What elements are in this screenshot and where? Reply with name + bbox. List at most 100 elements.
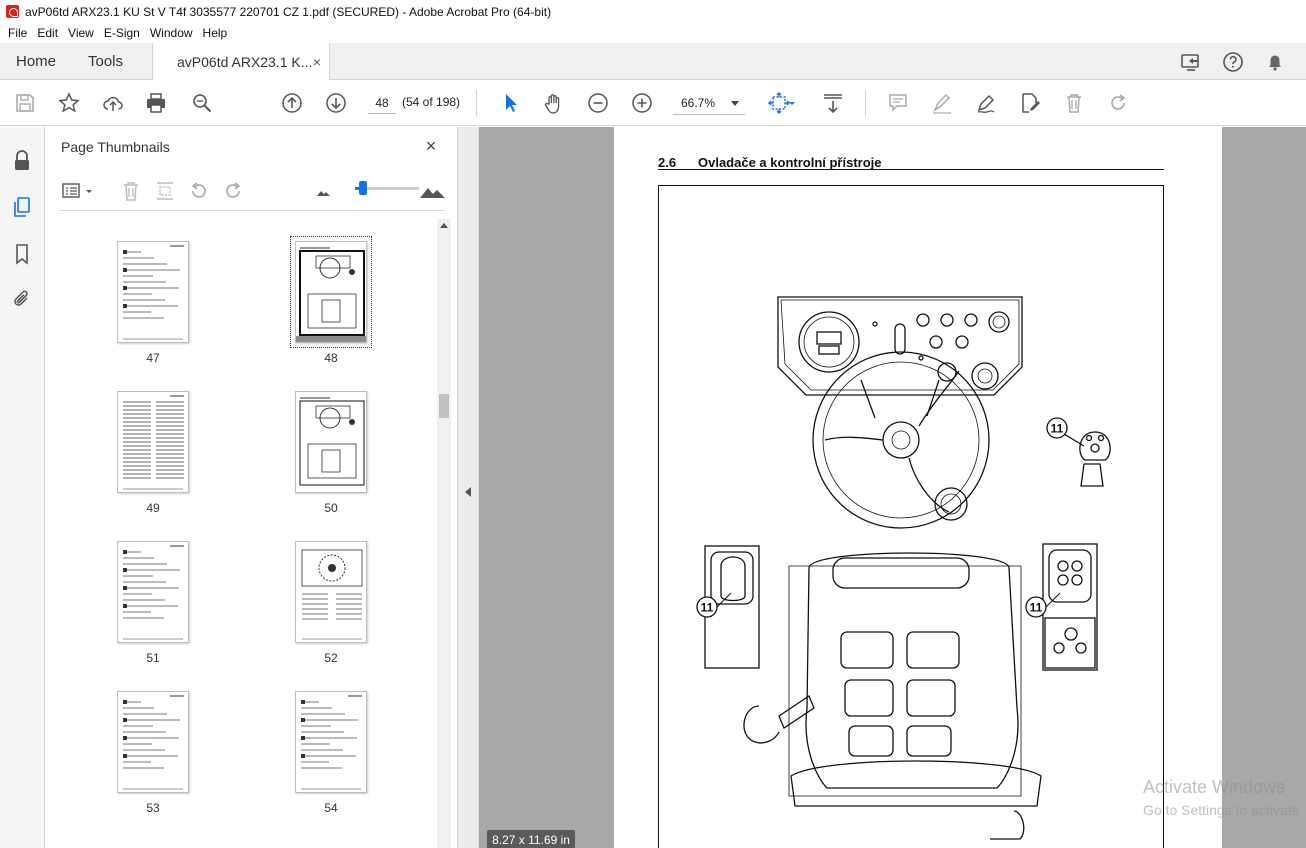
next-page-icon[interactable] bbox=[323, 90, 349, 116]
zoom-in-icon[interactable] bbox=[629, 90, 655, 116]
toolbar-divider bbox=[476, 90, 477, 116]
thumbnail-page-number: 51 bbox=[146, 651, 160, 665]
zoom-level-select[interactable]: 66.7% bbox=[673, 91, 745, 115]
page-thumbnail[interactable] bbox=[117, 391, 189, 493]
lock-icon[interactable] bbox=[10, 149, 34, 173]
delete-trash-icon[interactable] bbox=[1061, 90, 1087, 116]
bookmark-star-icon[interactable] bbox=[56, 90, 82, 116]
section-number: 2.6 bbox=[658, 155, 677, 170]
tab-document[interactable]: avP06td ARX23.1 K... × bbox=[152, 43, 330, 81]
page-thumbnail[interactable] bbox=[295, 541, 367, 643]
activation-watermark-subtitle: Go to Settings to activate bbox=[1143, 802, 1300, 818]
menu-file[interactable]: File bbox=[3, 26, 32, 40]
close-panel-button[interactable]: × bbox=[421, 136, 441, 156]
slider-handle[interactable] bbox=[359, 181, 367, 195]
page-thumbnail[interactable] bbox=[117, 691, 189, 793]
options-menu-icon[interactable] bbox=[61, 179, 95, 203]
select-cursor-icon[interactable] bbox=[497, 90, 523, 116]
menu-edit[interactable]: Edit bbox=[32, 26, 63, 40]
tab-bar-right-icons bbox=[1178, 49, 1288, 75]
attachments-paperclip-icon[interactable] bbox=[10, 287, 34, 311]
page-count: (54 of 198) bbox=[402, 95, 461, 109]
acrobat-logo-icon bbox=[6, 5, 19, 18]
menu-view[interactable]: View bbox=[63, 26, 99, 40]
extract-page-icon[interactable] bbox=[153, 179, 177, 203]
draw-pen-icon[interactable] bbox=[973, 90, 999, 116]
notifications-bell-icon[interactable] bbox=[1262, 49, 1288, 75]
callout-11-label: 11 bbox=[701, 601, 714, 615]
print-icon[interactable] bbox=[143, 90, 169, 116]
upload-cloud-icon[interactable] bbox=[100, 90, 126, 116]
comment-icon[interactable] bbox=[885, 90, 911, 116]
thumbnail-figure bbox=[296, 247, 366, 342]
callout-11-label: 11 bbox=[1051, 422, 1064, 436]
collapse-left-arrow-icon[interactable] bbox=[465, 487, 471, 497]
page-thumbnails-icon[interactable] bbox=[10, 195, 34, 219]
page-thumbnail[interactable] bbox=[295, 391, 367, 493]
tab-home[interactable]: Home bbox=[16, 43, 56, 80]
zoom-level-value: 66.7% bbox=[681, 96, 716, 110]
panel-collapse-handle[interactable] bbox=[458, 127, 479, 848]
page-number-input[interactable] bbox=[368, 92, 396, 114]
thumbnail-text bbox=[123, 545, 184, 640]
thumbnail-tools bbox=[59, 175, 445, 211]
window-title-bar: avP06td ARX23.1 KU St V T4f 3035577 2207… bbox=[0, 0, 1306, 23]
thumbnail-list: 47 48 49 50 51 52 53 54 bbox=[45, 219, 438, 848]
thumbnail-size-slider[interactable] bbox=[355, 181, 419, 195]
thumbnail-text bbox=[123, 395, 184, 490]
page-thumbnail[interactable] bbox=[290, 236, 372, 348]
share-screen-icon[interactable] bbox=[1178, 49, 1204, 75]
toolbar-divider bbox=[865, 90, 866, 116]
window-title: avP06td ARX23.1 KU St V T4f 3035577 2207… bbox=[25, 4, 552, 19]
page-thumbnail[interactable] bbox=[117, 541, 189, 643]
delete-page-icon[interactable] bbox=[119, 179, 143, 203]
page-thumbnails-panel: Page Thumbnails × 47 48 49 50 51 52 53 54 bbox=[45, 127, 458, 848]
highlight-pen-icon[interactable] bbox=[929, 90, 955, 116]
previous-page-icon[interactable] bbox=[279, 90, 305, 116]
menu-esign[interactable]: E-Sign bbox=[99, 26, 145, 40]
document-view[interactable]: 2.6 Ovladače a kontrolní přístroje 11 11… bbox=[479, 127, 1306, 848]
redo-icon[interactable] bbox=[1105, 90, 1131, 116]
callout-11-label: 11 bbox=[1030, 601, 1043, 615]
chevron-down-icon bbox=[731, 101, 739, 106]
zoom-search-icon[interactable] bbox=[189, 90, 215, 116]
thumbnail-page-number: 54 bbox=[324, 801, 338, 815]
dashboard-illustration: 11 11 11 bbox=[696, 296, 1111, 840]
thumbnail-page-number: 49 bbox=[146, 501, 160, 515]
hand-tool-icon[interactable] bbox=[541, 90, 567, 116]
left-navigation-rail bbox=[0, 127, 45, 848]
pdf-page: 2.6 Ovladače a kontrolní přístroje 11 11… bbox=[614, 127, 1222, 848]
panel-title: Page Thumbnails bbox=[61, 139, 170, 155]
bookmarks-icon[interactable] bbox=[10, 242, 34, 266]
thumbnail-page-number: 47 bbox=[146, 351, 160, 365]
large-thumbnail-icon[interactable] bbox=[417, 179, 447, 203]
tab-tools[interactable]: Tools bbox=[88, 43, 123, 80]
page-size-badge: 8.27 x 11.69 in bbox=[487, 830, 575, 848]
rotate-counterclockwise-icon[interactable] bbox=[187, 179, 211, 203]
small-thumbnail-icon[interactable] bbox=[311, 179, 335, 203]
scroll-up-arrow-icon[interactable] bbox=[440, 223, 448, 228]
page-thumbnail[interactable] bbox=[117, 241, 189, 343]
thumbnail-text bbox=[123, 695, 184, 790]
rotate-clockwise-icon[interactable] bbox=[221, 179, 245, 203]
section-rule bbox=[658, 169, 1164, 170]
save-icon[interactable] bbox=[12, 90, 38, 116]
page-thumbnail[interactable] bbox=[295, 691, 367, 793]
help-icon[interactable] bbox=[1220, 49, 1246, 75]
tab-close-button[interactable]: × bbox=[313, 54, 321, 70]
thumbnail-page-number: 52 bbox=[324, 651, 338, 665]
scroll-mode-icon[interactable] bbox=[820, 90, 846, 116]
thumbnail-page-number: 50 bbox=[324, 501, 338, 515]
menu-help[interactable]: Help bbox=[198, 26, 233, 40]
activation-watermark-title: Activate Windows bbox=[1143, 777, 1286, 797]
thumbnail-scrollbar[interactable] bbox=[437, 219, 451, 848]
edit-document-icon[interactable] bbox=[1017, 90, 1043, 116]
chevron-down-icon[interactable] bbox=[786, 90, 798, 116]
thumbnail-page-number: 48 bbox=[324, 351, 338, 365]
figure-frame: 11 11 11 bbox=[658, 185, 1164, 848]
zoom-out-icon[interactable] bbox=[585, 90, 611, 116]
menu-window[interactable]: Window bbox=[145, 26, 198, 40]
thumbnail-figure bbox=[299, 397, 365, 486]
scrollbar-thumb[interactable] bbox=[439, 394, 449, 418]
thumbnail-page-number: 53 bbox=[146, 801, 160, 815]
